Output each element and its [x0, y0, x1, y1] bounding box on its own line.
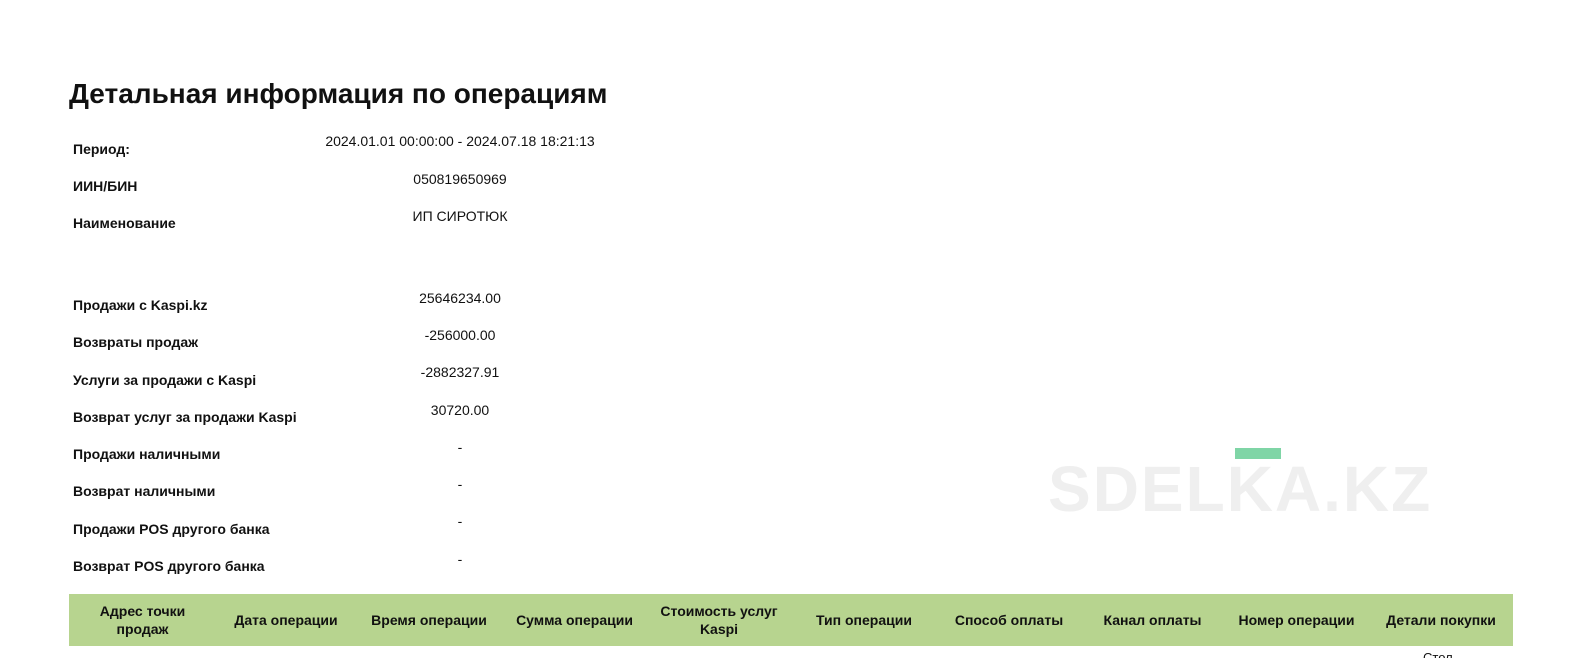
table-cell-purchase-details: Стол	[1423, 650, 1453, 658]
page-title: Детальная информация по операциям	[69, 78, 608, 109]
document-page: Детальная информация по операциям Период…	[0, 0, 1586, 658]
summary-label-sales-returns: Возвраты продаж	[73, 334, 199, 350]
column-header-operation-type[interactable]: Тип операции	[791, 611, 937, 629]
summary-value-cash-sales: -	[457, 439, 463, 455]
summary-label-cash-sales: Продажи наличными	[73, 446, 221, 462]
summary-value-cash-returns: -	[457, 476, 463, 492]
watermark: SDELKA.KZ	[1048, 453, 1433, 525]
column-header-operation-amount[interactable]: Сумма операции	[502, 611, 647, 629]
info-value-iin: 050819650969	[413, 171, 507, 187]
column-header-kaspi-services-cost[interactable]: Стоимость услуг Kaspi	[647, 602, 791, 638]
summary-value-kaspi-services-return: 30720.00	[430, 402, 490, 418]
summary-label-kaspi-sales: Продажи с Kaspi.kz	[73, 297, 208, 313]
summary-value-other-pos-sales: -	[457, 513, 463, 529]
summary-value-other-pos-returns: -	[457, 551, 463, 567]
column-header-operation-number[interactable]: Номер операции	[1224, 611, 1369, 629]
column-header-operation-date[interactable]: Дата операции	[216, 611, 356, 629]
operations-table-header: Адрес точки продаж Дата операции Время о…	[69, 594, 1513, 646]
column-header-sale-point-address[interactable]: Адрес точки продаж	[69, 602, 216, 638]
summary-value-kaspi-sales: 25646234.00	[419, 290, 501, 306]
summary-label-other-pos-sales: Продажи POS другого банка	[73, 521, 270, 537]
column-header-purchase-details[interactable]: Детали покупки	[1369, 611, 1513, 629]
info-value-period: 2024.01.01 00:00:00 - 2024.07.18 18:21:1…	[325, 133, 595, 149]
info-value-name: ИП СИРОТЮК	[412, 208, 508, 224]
column-header-payment-method[interactable]: Способ оплаты	[937, 611, 1081, 629]
column-header-operation-time[interactable]: Время операции	[356, 611, 502, 629]
summary-label-other-pos-returns: Возврат POS другого банка	[73, 558, 265, 574]
summary-label-cash-returns: Возврат наличными	[73, 483, 216, 499]
summary-label-kaspi-services-return: Возврат услуг за продажи Kaspi	[73, 409, 297, 425]
summary-label-kaspi-services: Услуги за продажи с Kaspi	[73, 372, 257, 388]
column-header-payment-channel[interactable]: Канал оплаты	[1081, 611, 1224, 629]
summary-value-sales-returns: -256000.00	[424, 327, 496, 343]
info-label-name: Наименование	[73, 215, 176, 231]
info-label-period: Период:	[73, 141, 130, 157]
summary-value-kaspi-services: -2882327.91	[420, 364, 500, 380]
info-label-iin: ИИН/БИН	[73, 178, 138, 194]
